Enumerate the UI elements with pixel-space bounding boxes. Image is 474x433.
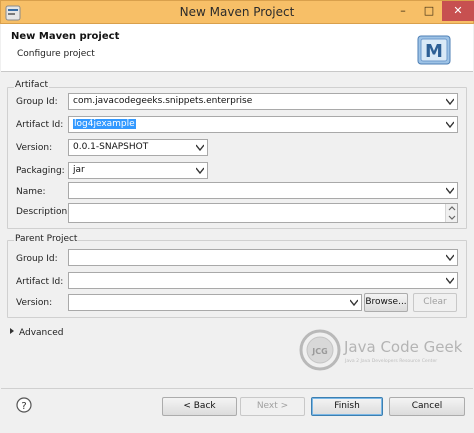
version-value: 0.0.1-SNAPSHOT (73, 142, 149, 152)
help-icon[interactable]: ? (16, 397, 32, 413)
chevron-down-icon[interactable] (350, 299, 358, 306)
minimize-button[interactable]: – (390, 1, 416, 21)
close-button[interactable]: ✕ (442, 1, 474, 21)
browse-button[interactable]: Browse... (364, 293, 408, 312)
chevron-down-icon[interactable] (446, 98, 454, 105)
version-label: Version: (16, 143, 53, 153)
next-button[interactable]: Next > (240, 397, 305, 416)
artifact-id-value: log4jexample (73, 119, 136, 129)
brand-name: Java Code Geeks (343, 338, 462, 356)
name-combo[interactable] (68, 182, 458, 199)
maven-logo-letter: M (425, 41, 443, 62)
name-label: Name: (16, 187, 46, 197)
packaging-combo[interactable]: jar (68, 162, 208, 179)
finish-button[interactable]: Finish (311, 397, 383, 416)
back-button[interactable]: < Back (162, 397, 237, 416)
window-titlebar: New Maven Project – □ ✕ (0, 0, 474, 24)
version-combo[interactable]: 0.0.1-SNAPSHOT (68, 139, 208, 156)
parent-artifact-id-label: Artifact Id: (16, 277, 64, 287)
maximize-button[interactable]: □ (416, 1, 442, 21)
group-id-value: com.javacodegeeks.snippets.enterprise (73, 96, 253, 106)
parent-version-label: Version: (16, 298, 53, 308)
parent-version-combo[interactable] (68, 294, 362, 311)
chevron-down-icon[interactable] (446, 187, 454, 194)
description-label: Description: (16, 207, 71, 217)
chevron-down-icon[interactable] (196, 167, 204, 174)
wizard-header: New Maven project Configure project M (1, 24, 473, 72)
group-id-combo[interactable]: com.javacodegeeks.snippets.enterprise (68, 93, 458, 110)
clear-button[interactable]: Clear (413, 293, 457, 312)
scroll-up-icon[interactable] (446, 204, 458, 222)
chevron-down-icon[interactable] (446, 254, 454, 261)
parent-group-id-combo[interactable] (68, 249, 458, 266)
artifact-id-combo[interactable]: log4jexample (68, 116, 458, 133)
java-code-geeks-logo: JCG Java Code Geeks Java 2 Java Develope… (299, 329, 462, 371)
brand-tagline: Java 2 Java Developers Resource Center (344, 358, 437, 364)
expand-arrow-icon (10, 328, 14, 334)
footer-separator (1, 388, 473, 389)
parent-artifact-id-combo[interactable] (68, 272, 458, 289)
chevron-down-icon[interactable] (196, 144, 204, 151)
parent-group-id-label: Group Id: (16, 254, 58, 264)
packaging-label: Packaging: (16, 166, 65, 176)
chevron-down-icon[interactable] (446, 277, 454, 284)
artifact-legend: Artifact (14, 80, 50, 90)
cancel-button[interactable]: Cancel (389, 397, 465, 416)
advanced-toggle[interactable]: Advanced (10, 328, 63, 338)
artifact-id-label: Artifact Id: (16, 120, 64, 130)
advanced-label: Advanced (19, 328, 64, 338)
wizard-title: New Maven project (11, 31, 120, 42)
description-textarea[interactable] (68, 203, 458, 223)
jcg-mark: JCG (311, 347, 327, 356)
packaging-value: jar (73, 165, 85, 175)
maven-logo-icon: M (417, 35, 451, 65)
group-id-label: Group Id: (16, 97, 58, 107)
chevron-down-icon[interactable] (446, 121, 454, 128)
parent-project-legend: Parent Project (14, 234, 79, 244)
description-scrollbar[interactable] (445, 204, 457, 222)
svg-text:?: ? (21, 401, 26, 412)
wizard-subtitle: Configure project (17, 49, 95, 59)
